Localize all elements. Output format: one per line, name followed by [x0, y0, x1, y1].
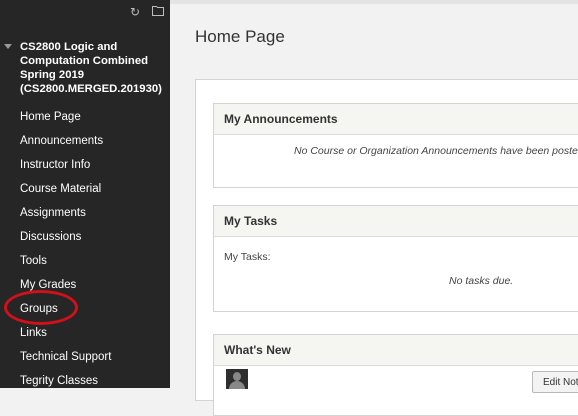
course-sidebar: ↻ CS2800 Logic and Computation Combined … — [0, 0, 170, 388]
module-title[interactable]: My Tasks — [214, 206, 578, 237]
sidebar-item-technical-support[interactable]: Technical Support — [0, 345, 170, 369]
refresh-icon[interactable]: ↻ — [128, 5, 142, 19]
module-body: My Tasks: No tasks due. — [214, 237, 578, 311]
sidebar-item-tegrity-classes[interactable]: Tegrity Classes — [0, 369, 170, 388]
module-whats-new: What's New Edit Notification Settings — [213, 334, 578, 416]
sidebar-item-course-material[interactable]: Course Material — [0, 177, 170, 201]
sidebar-item-links[interactable]: Links — [0, 321, 170, 345]
red-highlight-circle — [4, 290, 78, 325]
folder-icon[interactable] — [151, 5, 165, 19]
course-header[interactable]: CS2800 Logic and Computation Combined Sp… — [0, 24, 170, 96]
module-title[interactable]: What's New — [214, 335, 578, 366]
page-title: Home Page — [195, 27, 285, 46]
avatar — [226, 369, 248, 389]
sidebar-item-discussions[interactable]: Discussions — [0, 225, 170, 249]
tasks-empty-text: No tasks due. — [449, 275, 514, 287]
module-title[interactable]: My Announcements — [214, 104, 578, 135]
sidebar-item-instructor-info[interactable]: Instructor Info — [0, 153, 170, 177]
sidebar-item-home-page[interactable]: Home Page — [0, 105, 170, 129]
tasks-label: My Tasks: — [224, 251, 271, 263]
collapse-caret-icon[interactable] — [4, 44, 12, 49]
main-content: Home Page My Announcements No Course or … — [170, 0, 578, 416]
module-body: Edit Notification Settings — [214, 366, 578, 414]
course-menu: Home Page Announcements Instructor Info … — [0, 105, 170, 388]
top-strip — [170, 0, 578, 4]
module-body: No Course or Organization Announcements … — [214, 135, 578, 187]
sidebar-item-tools[interactable]: Tools — [0, 249, 170, 273]
announcements-empty-text: No Course or Organization Announcements … — [294, 145, 578, 157]
module-my-tasks: My Tasks My Tasks: No tasks due. — [213, 205, 578, 312]
sidebar-item-assignments[interactable]: Assignments — [0, 201, 170, 225]
edit-notification-settings-button[interactable]: Edit Notification Settings — [532, 371, 578, 393]
sidebar-toolbar: ↻ — [0, 0, 170, 24]
sidebar-item-announcements[interactable]: Announcements — [0, 129, 170, 153]
content-frame: My Announcements No Course or Organizati… — [195, 79, 578, 416]
module-my-announcements: My Announcements No Course or Organizati… — [213, 103, 578, 188]
course-title[interactable]: CS2800 Logic and Computation Combined Sp… — [20, 40, 168, 96]
